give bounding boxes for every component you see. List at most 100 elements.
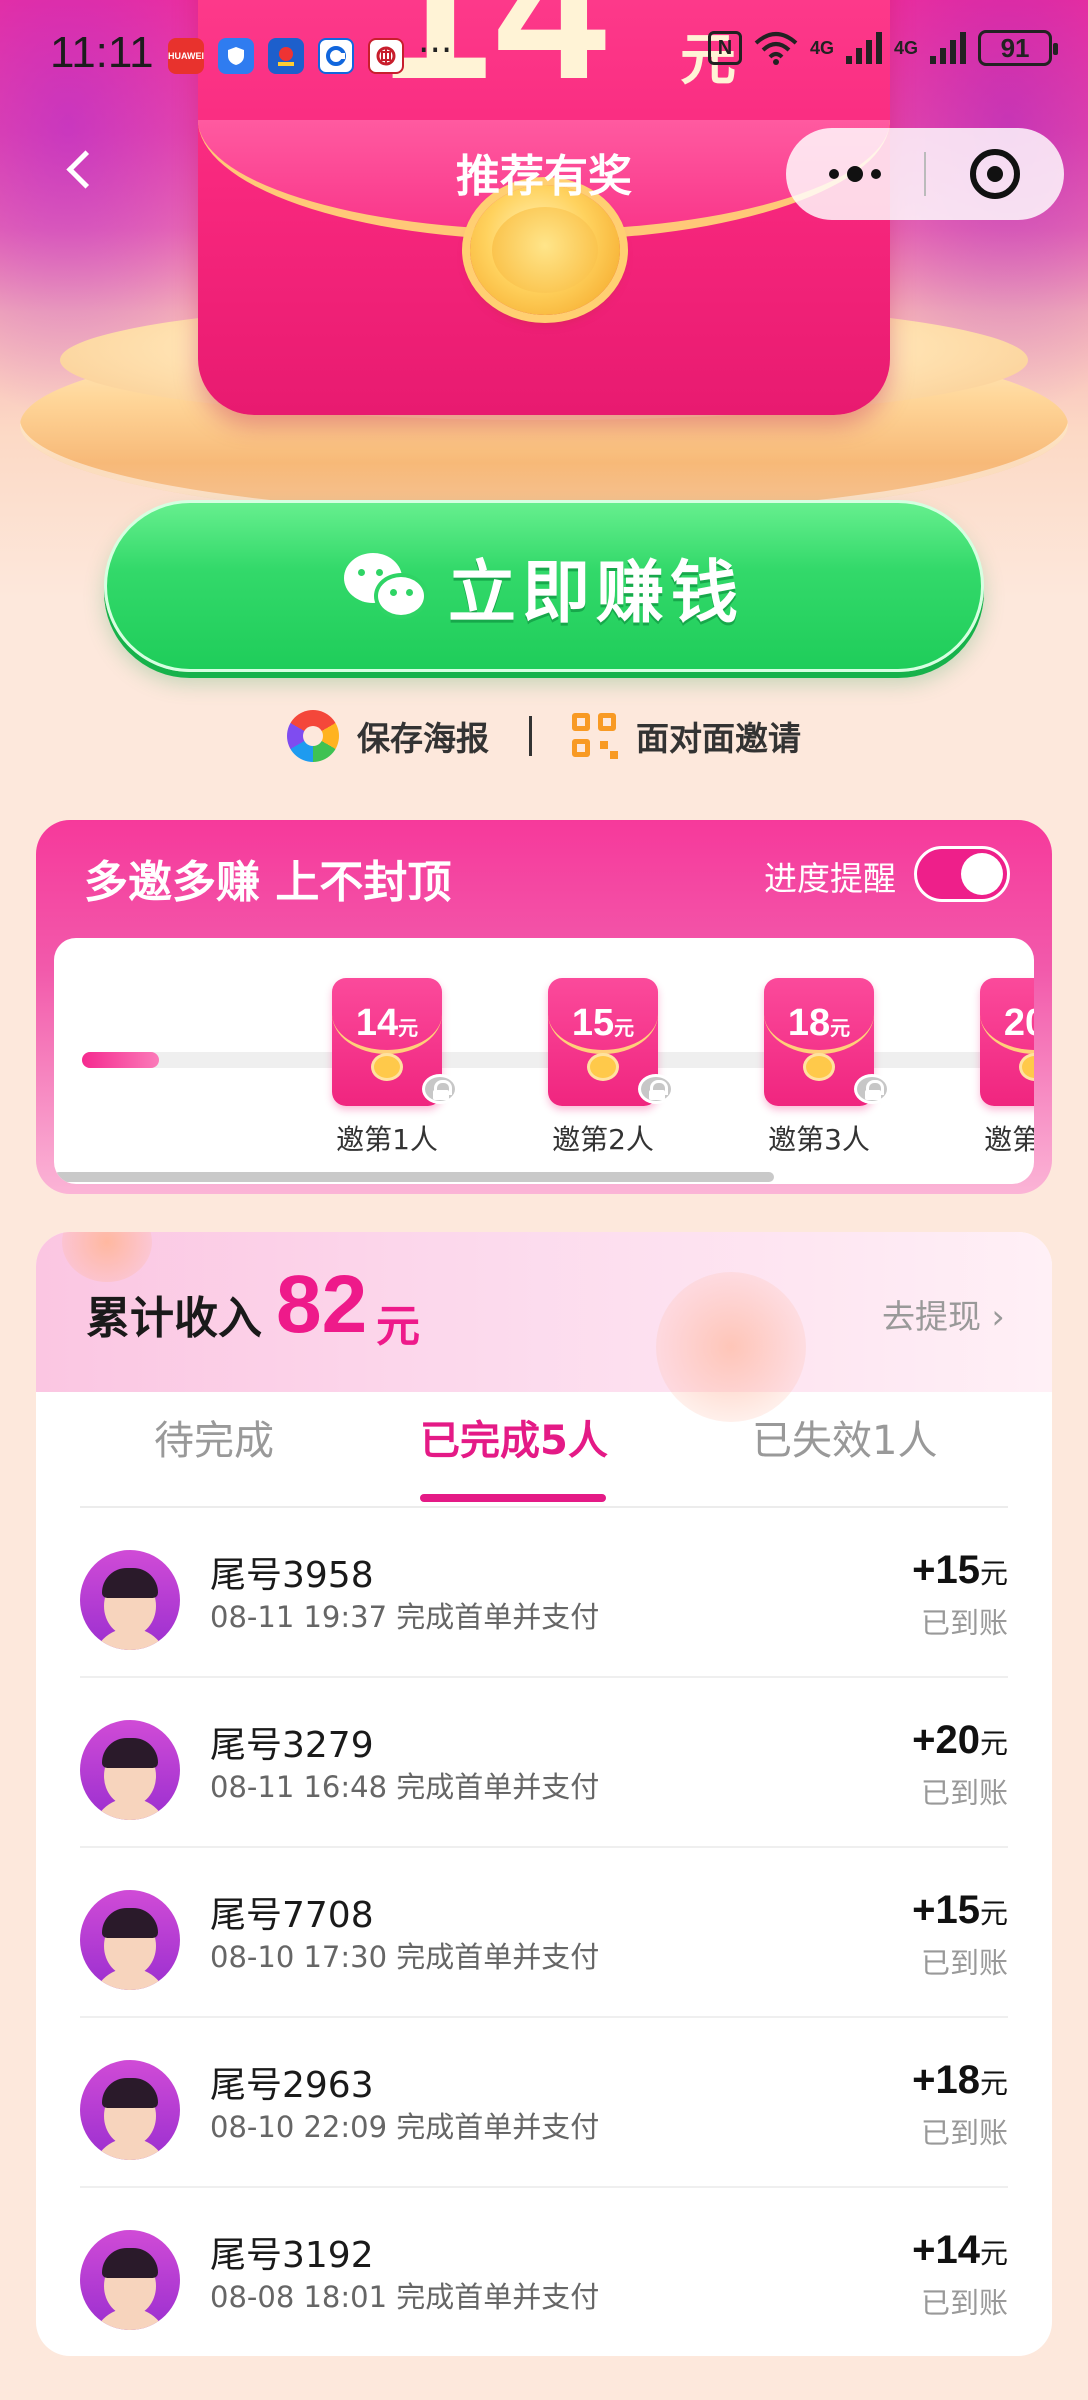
reward-unit: 元 [979,2068,1008,2099]
earnings-header: 累计收入 82 元 去提现 › [36,1232,1052,1422]
earnings-card: 累计收入 82 元 去提现 › 待完成 已完成5人 已失效1人 尾号3958 0… [36,1232,1052,2356]
avatar [80,2060,180,2160]
face-to-face-label: 面对面邀请 [636,719,801,758]
tier-scroll-area[interactable]: 14元 邀第1人 15元 邀第2人 18元 邀第3人 20元 [54,938,1034,1184]
avatar [80,2230,180,2330]
reward-unit: 元 [979,1728,1008,1759]
total-income-label: 累计收入 [86,1293,262,1344]
network-type-label: 4G [810,38,835,58]
referral-description: 08-11 19:37 完成首单并支付 [210,1600,600,1634]
referral-name: 尾号3958 [210,1555,374,1596]
progress-card-title: 多邀多赚 上不封顶 [84,857,452,908]
total-income-amount: 82 [276,1259,368,1350]
reward-amount: +15 [912,1888,980,1932]
tier-label: 邀第4人 [984,1123,1034,1156]
avatar [80,1720,180,1820]
gold-coin-icon [470,185,620,315]
reward-amount: +14 [912,2228,980,2272]
huawei-icon: HUAWEI [168,38,204,74]
red-envelope-icon: 20元 [980,978,1034,1106]
tab-pending[interactable]: 待完成 [154,1408,274,1466]
progress-fill [82,1052,159,1068]
reward-unit: 元 [979,1558,1008,1589]
close-miniprogram-button[interactable] [926,128,1064,220]
tier-amount: 20 [1003,1002,1034,1044]
referral-row[interactable]: 尾号7708 08-10 17:30 完成首单并支付 +15元 已到账 [80,1848,1008,2018]
referral-description: 08-11 16:48 完成首单并支付 [210,1770,600,1804]
target-circle-icon [970,149,1020,199]
tier-item: 20元 邀第4人 [950,978,1034,1168]
battery-icon: 91 [978,30,1059,66]
nfc-icon: N [708,31,742,65]
reward-status: 已到账 [920,2286,1008,2320]
more-options-button[interactable] [786,128,924,220]
active-tab-indicator [420,1494,606,1502]
lock-icon [638,1074,674,1104]
avatar [80,1550,180,1650]
save-poster-label: 保存海报 [357,719,489,758]
tier-label: 邀第2人 [552,1123,654,1156]
reward-amount: +18 [912,2058,980,2102]
reward-unit: 元 [979,2238,1008,2269]
qr-code-icon [572,713,618,759]
referral-description: 08-10 17:30 完成首单并支付 [210,1940,600,1974]
signal-icon [930,32,967,64]
earn-now-label: 立即赚钱 [447,553,744,633]
referral-reward: +14元 [912,2228,1008,2273]
lock-icon [422,1074,458,1104]
referral-name: 尾号3192 [210,2235,374,2276]
tier-item: 14元 邀第1人 [302,978,472,1168]
status-time: 11:11 [50,28,154,77]
invite-progress-card: 多邀多赚 上不封顶 进度提醒 14元 邀第1人 15元 邀第2人 18元 邀第3… [36,820,1052,1194]
reward-status: 已到账 [920,2116,1008,2150]
referral-reward: +15元 [912,1548,1008,1593]
face-to-face-invite-button[interactable]: 面对面邀请 [572,712,801,760]
total-income-unit: 元 [376,1301,420,1352]
referral-description: 08-08 18:01 完成首单并支付 [210,2280,600,2314]
ccb-bank-icon [318,38,354,74]
tab-completed[interactable]: 已完成5人 [420,1408,608,1466]
tier-unit: 元 [830,1018,851,1040]
boc-bank-icon [368,38,404,74]
expo-app-icon [268,38,304,74]
referral-description: 08-10 22:09 完成首单并支付 [210,2110,600,2144]
tier-amount: 15 [571,1002,615,1044]
earn-now-button[interactable]: 立即赚钱 [104,500,984,672]
tab-expired[interactable]: 已失效1人 [752,1408,937,1466]
tier-amount: 18 [787,1002,831,1044]
referral-row[interactable]: 尾号2963 08-10 22:09 完成首单并支付 +18元 已到账 [80,2018,1008,2188]
withdraw-link[interactable]: 去提现 › [882,1290,1005,1338]
tier-label: 邀第1人 [336,1123,438,1156]
horizontal-scrollbar[interactable] [54,1172,774,1182]
referral-row[interactable]: 尾号3279 08-11 16:48 完成首单并支付 +20元 已到账 [80,1678,1008,1848]
referral-row[interactable]: 尾号3958 08-11 19:37 完成首单并支付 +15元 已到账 [80,1508,1008,1678]
reward-amount: +15 [912,1548,980,1592]
progress-reminder-toggle[interactable] [914,846,1010,902]
network-type-label: 4G [894,38,919,58]
reward-unit: 元 [979,1898,1008,1929]
notification-icons: HUAWEI [168,38,404,74]
miniprogram-capsule [786,128,1064,220]
tier-label: 邀第3人 [768,1123,870,1156]
share-options: 保存海报 面对面邀请 [0,700,1088,772]
referral-reward: +20元 [912,1718,1008,1763]
status-bar: 11:11 HUAWEI ··· N 4G 4G 91 [0,0,1088,110]
signal-icon [846,32,883,64]
referral-name: 尾号2963 [210,2065,374,2106]
lock-icon [854,1074,890,1104]
security-app-icon [218,38,254,74]
wifi-icon [754,31,798,65]
save-poster-button[interactable]: 保存海报 [287,710,489,762]
referral-row[interactable]: 尾号3192 08-08 18:01 完成首单并支付 +14元 已到账 [80,2188,1008,2356]
coin-decoration [656,1272,806,1422]
tier-unit: 元 [614,1018,635,1040]
referral-name: 尾号7708 [210,1895,374,1936]
referral-reward: +18元 [912,2058,1008,2103]
dot-icon [847,166,863,182]
tier-unit: 元 [398,1018,419,1040]
avatar [80,1890,180,1990]
reward-status: 已到账 [920,1606,1008,1640]
status-indicators: N 4G 4G 91 [708,30,1059,66]
more-notifications-icon: ··· [418,30,453,71]
referral-name: 尾号3279 [210,1725,374,1766]
